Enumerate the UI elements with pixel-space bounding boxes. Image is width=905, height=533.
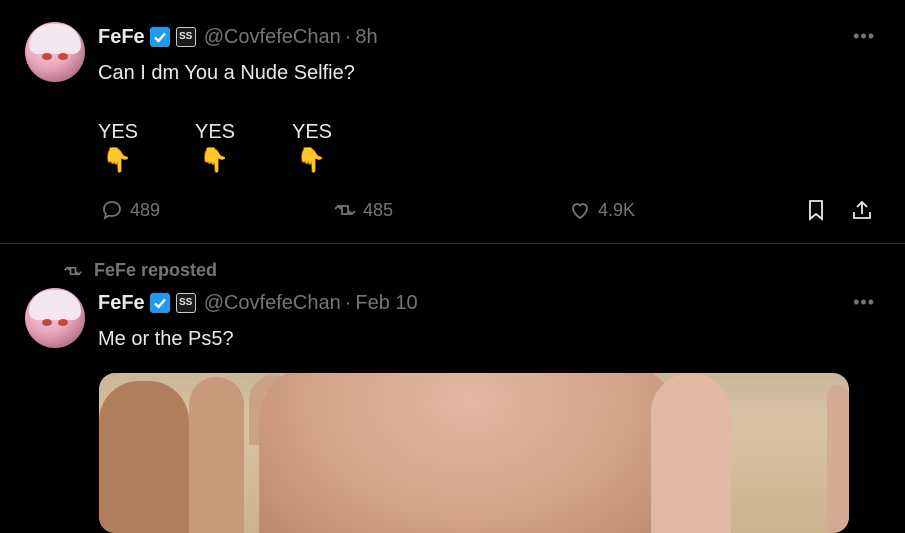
tweet-text: Me or the Ps5?	[98, 328, 234, 350]
tweet[interactable]: FeFe reposted FeFe SS @CovfefeChan · Feb…	[0, 244, 905, 533]
share-icon	[853, 200, 871, 219]
photo-figure	[651, 373, 731, 533]
yes-options: YES 👇 YES 👇 YES 👇	[98, 121, 389, 173]
repost-count: 485	[363, 199, 394, 220]
tweet-actions: 489 485 4.9K	[100, 198, 880, 226]
timestamp[interactable]: 8h	[355, 26, 377, 49]
affiliate-badge-icon[interactable]: SS	[175, 293, 196, 313]
pointing-down-icon: 👇	[102, 147, 132, 174]
avatar[interactable]	[25, 288, 85, 348]
yes-option: YES 👇	[195, 121, 292, 173]
verified-badge-icon	[149, 27, 170, 47]
reply-button[interactable]: 489	[100, 198, 160, 222]
photo-figure	[99, 381, 189, 533]
display-name[interactable]: FeFe	[98, 26, 145, 49]
affiliate-badge-icon[interactable]: SS	[175, 27, 196, 47]
more-icon[interactable]: •••	[853, 26, 875, 47]
avatar[interactable]	[25, 22, 85, 82]
reply-count: 489	[130, 199, 161, 220]
separator: ·	[344, 25, 352, 48]
pointing-down-icon: 👇	[199, 147, 229, 174]
tweet[interactable]: FeFe SS @CovfefeChan · 8h ••• Can I dm Y…	[0, 0, 905, 244]
yes-label: YES	[195, 121, 236, 143]
more-icon[interactable]: •••	[853, 292, 875, 313]
repost-indicator: FeFe reposted	[62, 260, 217, 281]
photo-figure	[189, 377, 244, 533]
tweet-header: FeFe SS @CovfefeChan · Feb 10	[98, 291, 418, 315]
yes-label: YES	[292, 121, 333, 143]
user-handle[interactable]: @CovfefeChan	[204, 292, 341, 315]
photo-figure	[827, 385, 849, 533]
tweet-photo[interactable]	[99, 373, 849, 533]
timestamp[interactable]: Feb 10	[355, 292, 417, 315]
separator: ·	[344, 291, 352, 314]
yes-label: YES	[98, 121, 139, 143]
repost-icon	[334, 204, 356, 216]
share-button[interactable]	[850, 198, 874, 222]
heart-icon	[572, 203, 588, 220]
bookmark-button[interactable]	[804, 198, 828, 222]
display-name[interactable]: FeFe	[98, 292, 145, 315]
yes-option: YES 👇	[98, 121, 195, 173]
bookmark-icon	[809, 200, 823, 221]
yes-option: YES 👇	[292, 121, 389, 173]
verified-badge-icon	[149, 293, 170, 313]
repost-icon	[64, 265, 82, 276]
tweet-text: Can I dm You a Nude Selfie?	[98, 62, 355, 84]
tweet-header: FeFe SS @CovfefeChan · 8h	[98, 25, 378, 49]
user-handle[interactable]: @CovfefeChan	[204, 26, 341, 49]
like-count: 4.9K	[598, 199, 636, 220]
repost-button[interactable]: 485	[333, 198, 393, 222]
repost-label[interactable]: FeFe reposted	[94, 260, 217, 281]
photo-figure	[259, 373, 679, 533]
reply-icon	[103, 201, 121, 220]
pointing-down-icon: 👇	[296, 147, 326, 174]
like-button[interactable]: 4.9K	[568, 198, 635, 222]
